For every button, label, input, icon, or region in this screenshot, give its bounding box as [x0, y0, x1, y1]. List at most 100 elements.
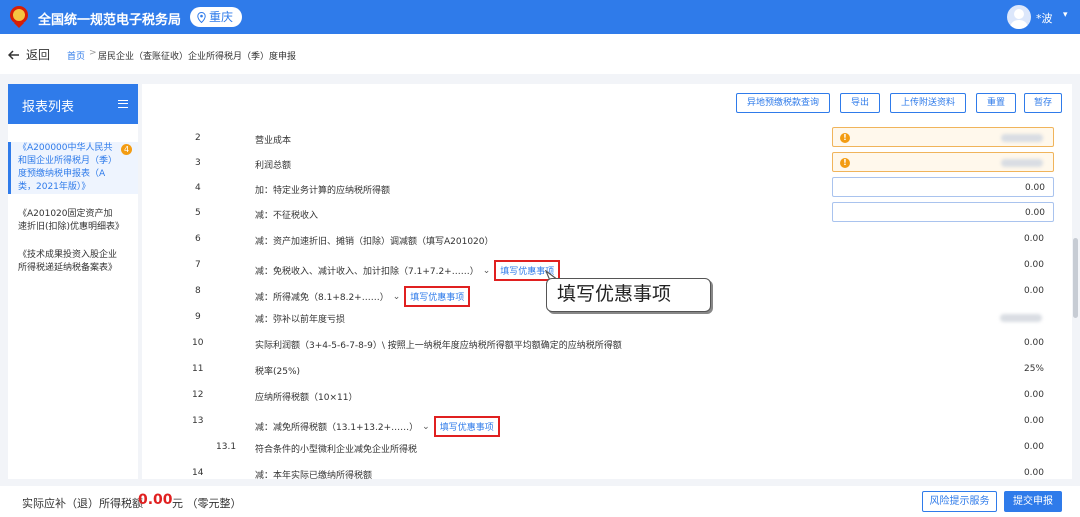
row-value: 0.00: [1023, 286, 1044, 296]
fill-preference-link[interactable]: 填写优惠事项: [404, 286, 471, 307]
upload-attachments-button[interactable]: 上传附送资料: [890, 93, 966, 113]
warning-icon: !: [840, 133, 850, 143]
region-selector[interactable]: 重庆: [190, 7, 243, 27]
table-row: 14 减：本年实际已缴纳所得税额 0.00: [142, 461, 1052, 479]
warning-icon: !: [840, 158, 850, 168]
chevron-down-icon[interactable]: ⌄: [393, 292, 401, 302]
row-number: 14: [192, 468, 204, 478]
sidebar-item-a201020[interactable]: 《A201020固定资产加速折旧(扣除)优惠明细表》: [8, 208, 138, 234]
callout-label: 填写优惠事项: [546, 278, 711, 312]
row-label: 实际利润额（3+4-5-6-7-8-9）\ 按照上一纳税年度应纳税所得额平均额确…: [255, 341, 622, 351]
row-number: 11: [192, 364, 204, 374]
table-row: 2 营业成本 !: [142, 126, 1054, 151]
arrow-left-icon: [8, 49, 19, 60]
row-number: 3: [195, 158, 201, 168]
user-name[interactable]: *波: [1036, 10, 1053, 26]
back-label: 返回: [26, 48, 51, 62]
table-row: 4 加：特定业务计算的应纳税所得额 0.00: [142, 176, 1054, 201]
row-label: 减：减免所得税额（13.1+13.2+……） ⌄ 填写优惠事项: [255, 416, 500, 437]
sidebar-item-label: 《A201020固定资产加速折旧(扣除)优惠明细表》: [18, 209, 125, 232]
row-value: 0.00: [1023, 234, 1044, 244]
sidebar-item-a200000[interactable]: 《A200000中华人民共和国企业所得税月（季）度预缴纳税申报表（A类，2021…: [8, 142, 138, 194]
row-number: 9: [195, 312, 201, 322]
sidebar-item-label: 《A200000中华人民共和国企业所得税月（季）度预缴纳税申报表（A类，2021…: [18, 143, 118, 192]
breadcrumb-current: 居民企业（查账征收）企业所得税月（季）度申报: [98, 52, 297, 62]
back-button[interactable]: 返回: [8, 46, 50, 63]
row-number: 10: [192, 338, 204, 348]
row-label: 减：本年实际已缴纳所得税额: [255, 471, 373, 479]
row-label: 减：所得减免（8.1+8.2+……） ⌄ 填写优惠事项: [255, 286, 471, 307]
row-label: 符合条件的小型微利企业减免企业所得税: [255, 445, 418, 455]
row-value: 0.00: [1023, 416, 1044, 426]
tax-payable-label: 实际应补（退）所得税额: [22, 497, 143, 510]
row-value: 25%: [1023, 364, 1044, 374]
risk-alert-button[interactable]: 风险提示服务: [922, 491, 997, 512]
breadcrumb-home-link[interactable]: 首页: [67, 49, 85, 62]
row-number: 2: [195, 133, 201, 143]
top-header: 全国统一规范电子税务局 重庆 *波 ▾: [0, 0, 1080, 34]
row-number: 13.1: [216, 442, 237, 452]
table-row: 10 实际利润额（3+4-5-6-7-8-9）\ 按照上一纳税年度应纳税所得额平…: [142, 331, 1052, 356]
user-avatar[interactable]: [1007, 5, 1031, 29]
row-label: 减：弥补以前年度亏损: [255, 315, 346, 325]
user-icon: [1010, 9, 1028, 29]
row-number: 5: [195, 208, 201, 218]
sidebar-item-tech-investment[interactable]: 《技术成果投资入股企业所得税递延纳税备案表》: [8, 249, 138, 275]
sidebar-item-label: 《技术成果投资入股企业所得税递延纳税备案表》: [18, 250, 118, 273]
chevron-down-icon[interactable]: ▾: [1063, 10, 1068, 20]
table-row: 6 减：资产加速折旧、摊销（扣除）调减额（填写A201020） 0.00: [142, 227, 1052, 252]
masked-value: [1001, 134, 1043, 142]
table-row: 3 利润总额 !: [142, 151, 1054, 176]
row-number: 6: [195, 234, 201, 244]
masked-value: [1000, 314, 1042, 322]
row-label: 减：免税收入、减计收入、加计扣除（7.1+7.2+……） ⌄ 填写优惠事项: [255, 260, 561, 281]
amount-field-warning[interactable]: !: [832, 152, 1054, 172]
table-row: 13.1 符合条件的小型微利企业减免企业所得税 0.00: [142, 435, 1052, 460]
row-label: 税率(25%): [255, 367, 301, 377]
masked-value: [1001, 159, 1043, 167]
row-label: 减：资产加速折旧、摊销（扣除）调减额（填写A201020）: [255, 237, 494, 247]
tax-payable-unit: 元 （零元整）: [172, 497, 242, 510]
table-row: 5 减：不征税收入 0.00: [142, 201, 1054, 226]
breadcrumb-bar: 返回 首页 > 居民企业（查账征收）企业所得税月（季）度申报: [0, 34, 1080, 74]
table-row: 12 应纳所得税额（10×11） 0.00: [142, 383, 1052, 408]
submit-declaration-button[interactable]: 提交申报: [1004, 491, 1062, 512]
row-value: 0.00: [1023, 390, 1044, 400]
row-label: 减：不征税收入: [255, 211, 319, 221]
row-number: 12: [192, 390, 204, 400]
row-number: 7: [195, 260, 201, 270]
chevron-down-icon[interactable]: ⌄: [422, 422, 430, 432]
report-list-sidebar: 报表列表 《A200000中华人民共和国企业所得税月（季）度预缴纳税申报表（A类…: [8, 84, 138, 479]
menu-icon[interactable]: [118, 100, 128, 108]
fill-preference-link[interactable]: 填写优惠事项: [433, 416, 500, 437]
export-button[interactable]: 导出: [840, 93, 880, 113]
warning-count-badge: 4: [121, 144, 132, 155]
chevron-down-icon[interactable]: ⌄: [483, 266, 491, 276]
amount-input[interactable]: 0.00: [832, 177, 1054, 197]
site-title: 全国统一规范电子税务局: [38, 13, 182, 28]
save-draft-button[interactable]: 暂存: [1024, 93, 1062, 113]
offsite-prepaid-query-button[interactable]: 异地预缴税款查询: [736, 93, 830, 113]
row-label: 营业成本: [255, 136, 292, 146]
table-row: 7 减：免税收入、减计收入、加计扣除（7.1+7.2+……） ⌄ 填写优惠事项 …: [142, 253, 1052, 281]
row-number: 8: [195, 286, 201, 296]
table-row: 11 税率(25%) 25%: [142, 357, 1052, 382]
reset-button[interactable]: 重置: [976, 93, 1016, 113]
sidebar-header: 报表列表: [8, 84, 138, 124]
location-pin-icon: [197, 11, 206, 23]
row-label: 应纳所得税额（10×11）: [255, 393, 358, 403]
amount-field-warning[interactable]: !: [832, 127, 1054, 147]
row-value: 0.00: [1023, 260, 1044, 270]
amount-input[interactable]: 0.00: [832, 202, 1054, 222]
region-label: 重庆: [209, 10, 234, 24]
sidebar-title: 报表列表: [22, 100, 75, 115]
breadcrumb-separator: >: [89, 48, 97, 58]
tax-emblem-icon: [10, 6, 28, 28]
row-number: 13: [192, 416, 204, 426]
footer-bar: 实际应补（退）所得税额 0.00 元 （零元整） 风险提示服务 提交申报: [0, 486, 1080, 517]
row-label: 加：特定业务计算的应纳税所得额: [255, 186, 391, 196]
row-label: 利润总额: [255, 161, 292, 171]
scrollbar-thumb[interactable]: [1073, 238, 1078, 318]
row-value: 0.00: [1023, 442, 1044, 452]
row-value: 0.00: [1023, 468, 1044, 478]
